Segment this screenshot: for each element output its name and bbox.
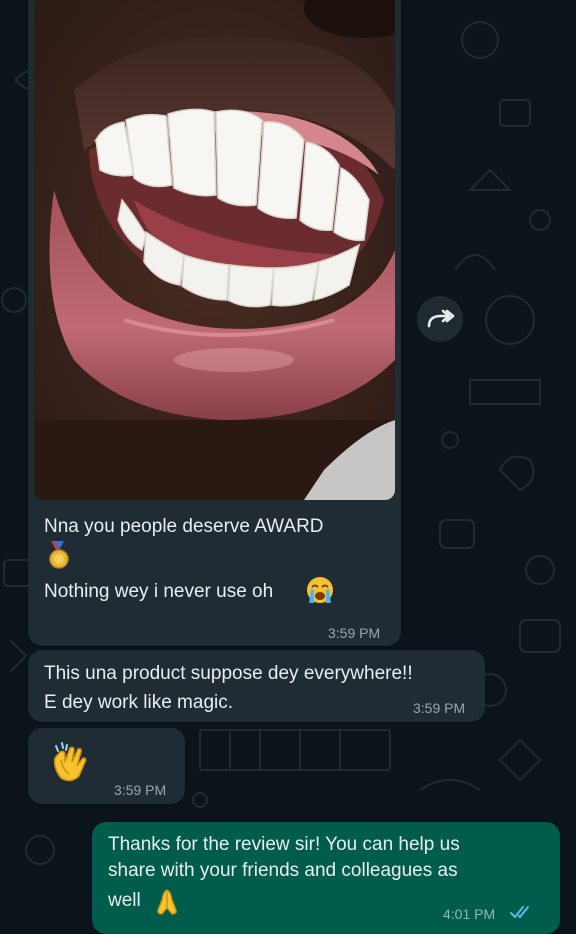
message-photo[interactable]: [34, 0, 395, 500]
gold-medal-icon: [48, 541, 70, 574]
loudly-crying-face-icon: [305, 575, 335, 610]
message-time: 4:01 PM: [443, 906, 496, 922]
message-time: 3:59 PM: [328, 625, 381, 641]
forward-arrow-icon: [427, 309, 455, 328]
double-check-read-icon: [509, 904, 535, 925]
message-time: 3:59 PM: [114, 782, 167, 798]
message-text-thanks-line3: well: [108, 890, 141, 911]
message-text-thanks-line1: Thanks for the review sir! You can help …: [108, 834, 460, 855]
message-text-award: Nna you people deserve AWARD: [44, 516, 324, 537]
folded-hands-icon: [154, 888, 180, 921]
clapping-hands-icon: [47, 740, 91, 789]
message-time: 3:59 PM: [413, 700, 466, 716]
message-text-nothing: Nothing wey i never use oh: [44, 581, 274, 602]
message-text-thanks-line2: share with your friends and colleagues a…: [108, 860, 458, 881]
message-text-product: This una product suppose dey everywhere!…: [44, 663, 413, 713]
forward-button[interactable]: [417, 296, 463, 342]
